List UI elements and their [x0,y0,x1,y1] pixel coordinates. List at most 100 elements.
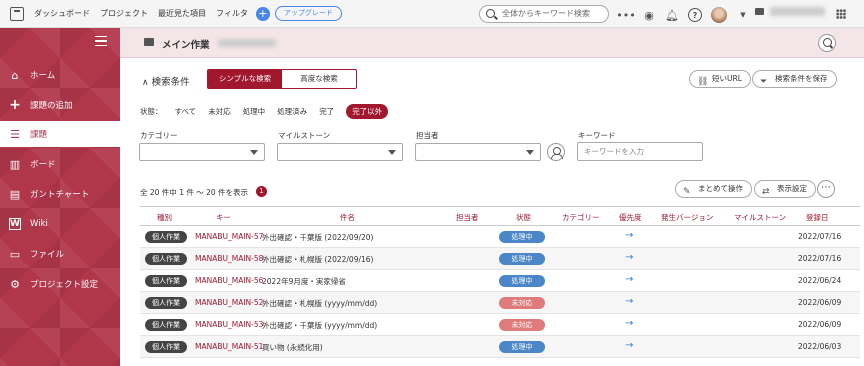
col-version[interactable]: 発生バージョン [661,212,713,223]
issues-panel: ∧ 検索条件 シンプルな検索 高度な検索 ⛓ 短いURL ⏷ 検索条件を保存 状… [120,58,864,366]
sidebar-item-label: プロジェクト設定 [30,280,99,290]
status-all[interactable]: すべて [175,106,197,117]
issue-subject[interactable]: 外出確認・千葉版 (2022/09/20) [262,232,373,243]
sidebar-item-home[interactable]: ⌂ ホーム [0,62,120,88]
keyword-input[interactable]: キーワードを入力 [577,142,703,161]
search-conditions-toggle[interactable]: ∧ 検索条件 [142,74,190,88]
col-created[interactable]: 登録日 [806,212,829,223]
issue-subject[interactable]: 2022年9月度・実家帰省 [262,276,346,287]
space-bag-icon [755,8,764,15]
sidebar-item-issues[interactable]: ☰ 課題 [0,121,120,147]
col-type[interactable]: 種別 [157,212,172,223]
status-resolved[interactable]: 処理済み [277,106,307,117]
table-row[interactable]: 個人作業 MANABU_MAIN-53 外出確認・千葉版 (yyyy/mm/dd) 未… [140,314,860,336]
save-search-label: 検索条件を保存 [775,74,828,83]
table-row[interactable]: 個人作業 MANABU_MAIN-51 買い物 (永続化用) 処理中 → 2022/06/… [140,336,860,358]
created-date: 2022/06/03 [798,342,842,351]
status-not-closed[interactable]: 完了以外 [346,104,389,119]
nav-projects[interactable]: プロジェクト [100,8,148,19]
issue-subject[interactable]: 外出確認・札幌版 (yyyy/mm/dd) [262,298,377,309]
table-row[interactable]: 個人作業 MANABU_MAIN-56 2022年9月度・実家帰省 処理中 → 2022/… [140,270,860,292]
sidebar-item-add-issue[interactable]: + 課題の追加 [0,92,120,118]
issue-key-link[interactable]: MANABU_MAIN-58 [195,254,263,263]
wiki-icon: W [9,218,21,230]
issue-key-link[interactable]: MANABU_MAIN-52 [195,298,263,307]
nav-filter[interactable]: フィルタ [216,8,248,19]
menu-toggle-icon[interactable] [95,36,107,46]
space-name-redacted[interactable] [770,7,825,16]
created-date: 2022/07/16 [798,232,842,241]
table-row[interactable]: 個人作業 MANABU_MAIN-58 外出確認・札幌版 (2022/09/16) 処… [140,248,860,270]
chevron-up-icon: ∧ [142,78,149,88]
save-search-button[interactable]: ⏷ 検索条件を保存 [752,70,837,88]
issue-subject[interactable]: 買い物 (永続化用) [262,342,323,353]
search-icon [486,9,495,18]
sidebar-item-label: ガントチャート [30,190,90,200]
status-badge: 処理中 [499,275,545,287]
col-status[interactable]: 状態 [516,212,531,223]
issue-key-link[interactable]: MANABU_MAIN-57 [195,232,263,241]
upgrade-button[interactable]: アップグレード [274,6,342,21]
notification-bell-icon[interactable]: 🔔︎ [665,8,679,22]
table-row[interactable]: 個人作業 MANABU_MAIN-52 外出確認・札幌版 (yyyy/mm/dd) 未… [140,292,860,314]
issue-subject[interactable]: 外出確認・千葉版 (yyyy/mm/dd) [262,320,377,331]
bulk-action-button[interactable]: ✎ まとめて操作 [675,180,752,198]
gantt-icon: ▤ [9,187,21,201]
created-date: 2022/07/16 [798,254,842,263]
status-badge: 処理中 [499,253,545,265]
issue-key-link[interactable]: MANABU_MAIN-51 [195,342,263,351]
status-closed[interactable]: 完了 [319,106,334,117]
created-date: 2022/06/09 [798,320,842,329]
col-milestone[interactable]: マイルストーン [734,212,786,223]
assign-to-me-icon[interactable] [547,143,565,161]
backlog-logo-icon[interactable] [10,6,24,21]
link-icon: ⛓ [697,77,709,87]
sidebar-item-label: Wiki [30,219,48,229]
nav-recent[interactable]: 最近見た項目 [158,8,206,19]
avatar[interactable] [711,7,727,23]
sidebar-item-board[interactable]: ▥ ボード [0,151,120,177]
status-open[interactable]: 未対応 [208,106,231,117]
table-row[interactable]: 個人作業 MANABU_MAIN-57 外出確認・千葉版 (2022/09/20) 処… [140,226,860,248]
board-icon: ▥ [9,157,21,171]
sidebar-item-files[interactable]: ▭ ファイル [0,241,120,267]
nav-dashboard[interactable]: ダッシュボード [34,8,90,19]
issue-subject[interactable]: 外出確認・札幌版 (2022/09/16) [262,254,373,265]
filter-icon: ⏷ [760,77,768,87]
global-search-input[interactable]: 全体からキーワード検索 [479,5,609,23]
project-search-icon[interactable] [818,34,836,52]
category-select[interactable] [139,143,265,161]
issue-key-link[interactable]: MANABU_MAIN-53 [195,320,263,329]
more-options-icon[interactable]: ⋯ [817,180,835,198]
add-plus-icon[interactable]: + [255,6,270,21]
assignee-select[interactable] [415,143,541,161]
issue-key-link[interactable]: MANABU_MAIN-56 [195,276,263,285]
app-grid-icon[interactable] [836,9,846,19]
edit-icon: ✎ [683,187,691,197]
simple-search-tab[interactable]: シンプルな検索 [208,70,282,88]
col-key[interactable]: キー [216,212,231,223]
assignee-label: 担当者 [416,131,439,140]
col-priority[interactable]: 優先度 [619,212,642,223]
sidebar-item-project-settings[interactable]: ⚙ プロジェクト設定 [0,271,120,297]
advanced-search-tab[interactable]: 高度な検索 [282,70,356,88]
more-dots-icon[interactable]: ••• [616,8,635,22]
priority-arrow-icon: → [625,274,634,285]
plus-icon: + [9,97,21,113]
display-settings-button[interactable]: ⇄ 表示設定 [754,180,816,198]
sidebar-item-wiki[interactable]: W Wiki [0,211,120,237]
notice-badge[interactable]: 1 [256,186,267,197]
sidebar-item-label: ボード [30,160,56,170]
short-url-button[interactable]: ⛓ 短いURL [689,70,751,88]
col-category[interactable]: カテゴリー [562,212,600,223]
sidebar-item-gantt[interactable]: ▤ ガントチャート [0,181,120,207]
col-subject[interactable]: 件名 [340,212,355,223]
col-assignee[interactable]: 担当者 [456,212,479,223]
status-in-progress[interactable]: 処理中 [243,106,266,117]
watch-eye-icon[interactable]: ◉ [642,8,656,22]
milestone-select[interactable] [277,143,403,161]
display-settings-label: 表示設定 [777,184,807,193]
short-url-label: 短いURL [712,74,742,83]
help-icon[interactable]: ? [688,8,702,22]
chevron-down-icon[interactable]: ▼ [736,8,750,22]
